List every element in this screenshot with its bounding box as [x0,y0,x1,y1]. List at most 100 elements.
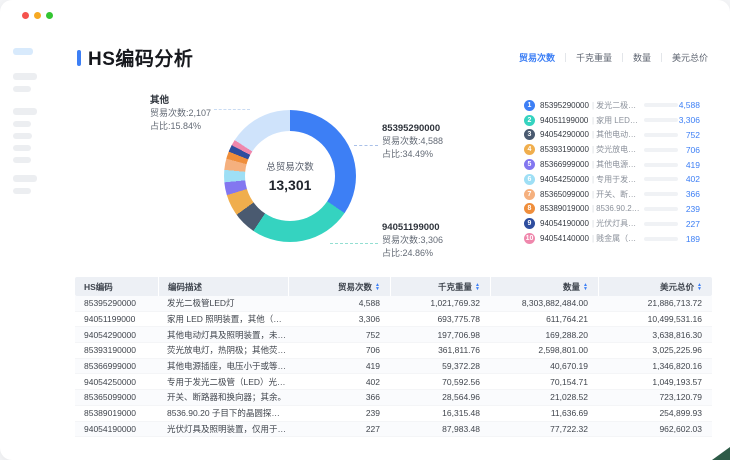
cell-usd: 723,120.79 [659,392,702,403]
col-header-usd[interactable]: 美元总价 ▲ ▼ [598,277,712,296]
cell-trades: 4,588 [358,298,380,309]
ranking-item[interactable]: 5 85366999000 | 其他电源插... 419 [524,157,700,172]
ranking-item[interactable]: 6 94054250000 | 专用于发光... 402 [524,172,700,187]
callout-line: 贸易次数:3,306 [382,235,444,245]
rank-badge: 6 [524,173,535,185]
ranking-item[interactable]: 10 94054140000 | 贱金属（不... 189 [524,231,700,246]
tab-quantity[interactable]: 数量 [631,51,653,64]
cell-qty: 70,154.71 [550,376,588,387]
tab-kg-weight[interactable]: 千克重量 [574,51,614,64]
cell-hs-code: 85366999000 [84,361,137,372]
mini-bar [644,192,679,197]
minimize-window-dot[interactable] [34,12,41,19]
rank-value: 3,306 [678,115,700,126]
cell-desc: 8536.90.20 子目下的晶圆探测器零件，其... [167,408,288,419]
rank-value: 4,588 [678,100,700,111]
rank-value: 239 [685,203,700,214]
table-row[interactable]: 94054250000 专用于发光二极管（LED）光源的灯具及... 402 7… [75,374,712,391]
table-row[interactable]: 94054290000 其他电动灯具及照明装置，未列明，设计... 752 19… [75,327,712,344]
sidebar-skeleton [13,48,55,200]
sidebar-skeleton-item-active [13,48,33,55]
rank-badge: 5 [524,159,535,171]
cell-desc: 家用 LED 照明装置，其他（代码：9405.1... [167,314,288,325]
rank-badge: 1 [524,99,535,111]
maximize-window-dot[interactable] [46,12,53,19]
cell-desc: 其他电动灯具及照明装置，未列明，设计... [167,329,288,340]
col-header-kg[interactable]: 千克重量 ▲ ▼ [390,277,490,296]
window-controls [22,12,53,19]
ranking-item[interactable]: 7 85365099000 | 开关、断路... 366 [524,187,700,202]
rank-value: 227 [685,218,700,229]
cell-hs-code: 85395290000 [84,298,137,309]
cell-qty: 611,764.21 [546,314,588,325]
cell-desc: 开关、断路器和换向器；其余。 [167,392,287,403]
mini-bar [644,162,679,167]
divider: | [592,189,595,199]
hs-desc: 光伏灯具及... [596,219,641,229]
donut-chart[interactable] [224,110,356,242]
donut-callout-top1: 85395290000 贸易次数:4,588 占比:34.49% [382,122,443,161]
rank-value: 366 [685,189,700,200]
cell-usd: 21,886,713.72 [647,298,702,309]
col-header-desc: 编码描述 [158,277,288,296]
cell-usd: 1,049,193.57 [652,376,702,387]
hs-desc: 开关、断路... [596,189,641,199]
cell-kg: 28,564.96 [442,392,480,403]
cell-usd: 254,899.93 [659,408,702,419]
table-row[interactable]: 85366999000 其他电源插座，电压小于或等于 1000 伏；... 41… [75,358,712,375]
hs-desc: 贱金属（不... [596,234,641,244]
sidebar-skeleton-item [13,108,37,115]
col-header-qty[interactable]: 数量 ▲ ▼ [490,277,598,296]
ranking-item[interactable]: 9 94054190000 | 光伏灯具及... 227 [524,216,700,231]
sort-icon[interactable]: ▲ ▼ [697,282,702,291]
sort-icon[interactable]: ▲ ▼ [475,282,480,291]
hs-desc: 其他电源插... [596,160,641,170]
rank-badge: 7 [524,188,535,200]
hs-code: 94054250000 [540,174,589,184]
cell-hs-code: 94054250000 [84,376,137,387]
cell-hs-code: 94054290000 [84,329,137,340]
ranking-item[interactable]: 8 85389019000 | 8536.90.20 ... 239 [524,202,700,217]
cell-usd: 962,602.03 [659,423,702,434]
donut-callout-top2: 94051199000 贸易次数:3,306 占比:24.86% [382,221,443,260]
sidebar-skeleton-item [13,133,32,139]
sort-icon[interactable]: ▲ ▼ [375,282,380,291]
tab-usd-total[interactable]: 美元总价 [670,51,710,64]
callout-line: 占比:24.86% [382,248,434,258]
metric-tabs: 贸易次数 千克重量 数量 美元总价 [517,51,710,64]
table-row[interactable]: 85393190000 荧光放电灯，热阴极；其他荧光，热阴极 706 361,8… [75,343,712,359]
callout-connector [214,109,250,110]
close-window-dot[interactable] [22,12,29,19]
callout-line: 贸易次数:4,588 [382,136,444,146]
cell-trades: 752 [365,329,380,340]
table-row[interactable]: 85395290000 发光二极管LED灯 4,588 1,021,769.32… [75,296,712,312]
cell-qty: 77,722.32 [550,423,588,434]
table-row[interactable]: 85389019000 8536.90.20 子目下的晶圆探测器零件，其... … [75,406,712,422]
rank-value: 402 [685,174,700,185]
table-row[interactable]: 85365099000 开关、断路器和换向器；其余。 366 28,564.96… [75,390,712,406]
page-title: HS编码分析 [88,49,194,70]
table-row[interactable]: 94054190000 光伏灯具及照明装置，仅用于发光二极管... 227 87… [75,421,712,438]
callout-title: 85395290000 [382,123,441,134]
cell-desc: 光伏灯具及照明装置，仅用于发光二极管... [167,423,288,434]
col-header-trades[interactable]: 贸易次数 ▲ ▼ [288,277,390,296]
cell-desc: 专用于发光二极管（LED）光源的灯具及... [167,376,288,387]
cell-trades: 402 [365,376,380,387]
rank-value: 752 [685,129,700,140]
cell-trades: 239 [365,408,380,419]
ranking-item[interactable]: 2 94051199000 | 家用 LED 照... 3,306 [524,113,700,128]
sort-icon[interactable]: ▲ ▼ [583,282,588,291]
table-row[interactable]: 94051199000 家用 LED 照明装置，其他（代码：9405.1... … [75,312,712,328]
divider: | [592,174,595,184]
callout-line: 占比:15.84% [150,121,202,131]
cell-usd: 3,025,225.96 [652,345,702,356]
rank-badge: 2 [524,114,535,126]
tab-separator [564,53,566,62]
mini-bar [644,177,679,182]
ranking-item[interactable]: 4 85393190000 | 荧光放电灯... 706 [524,142,700,157]
ranking-item[interactable]: 1 85395290000 | 发光二极管... 4,588 [524,98,700,113]
cell-hs-code: 85389019000 [84,408,137,419]
ranking-item[interactable]: 3 94054290000 | 其他电动灯... 752 [524,128,700,143]
tab-trade-count[interactable]: 贸易次数 [517,51,557,64]
cell-hs-code: 94051199000 [84,314,136,325]
